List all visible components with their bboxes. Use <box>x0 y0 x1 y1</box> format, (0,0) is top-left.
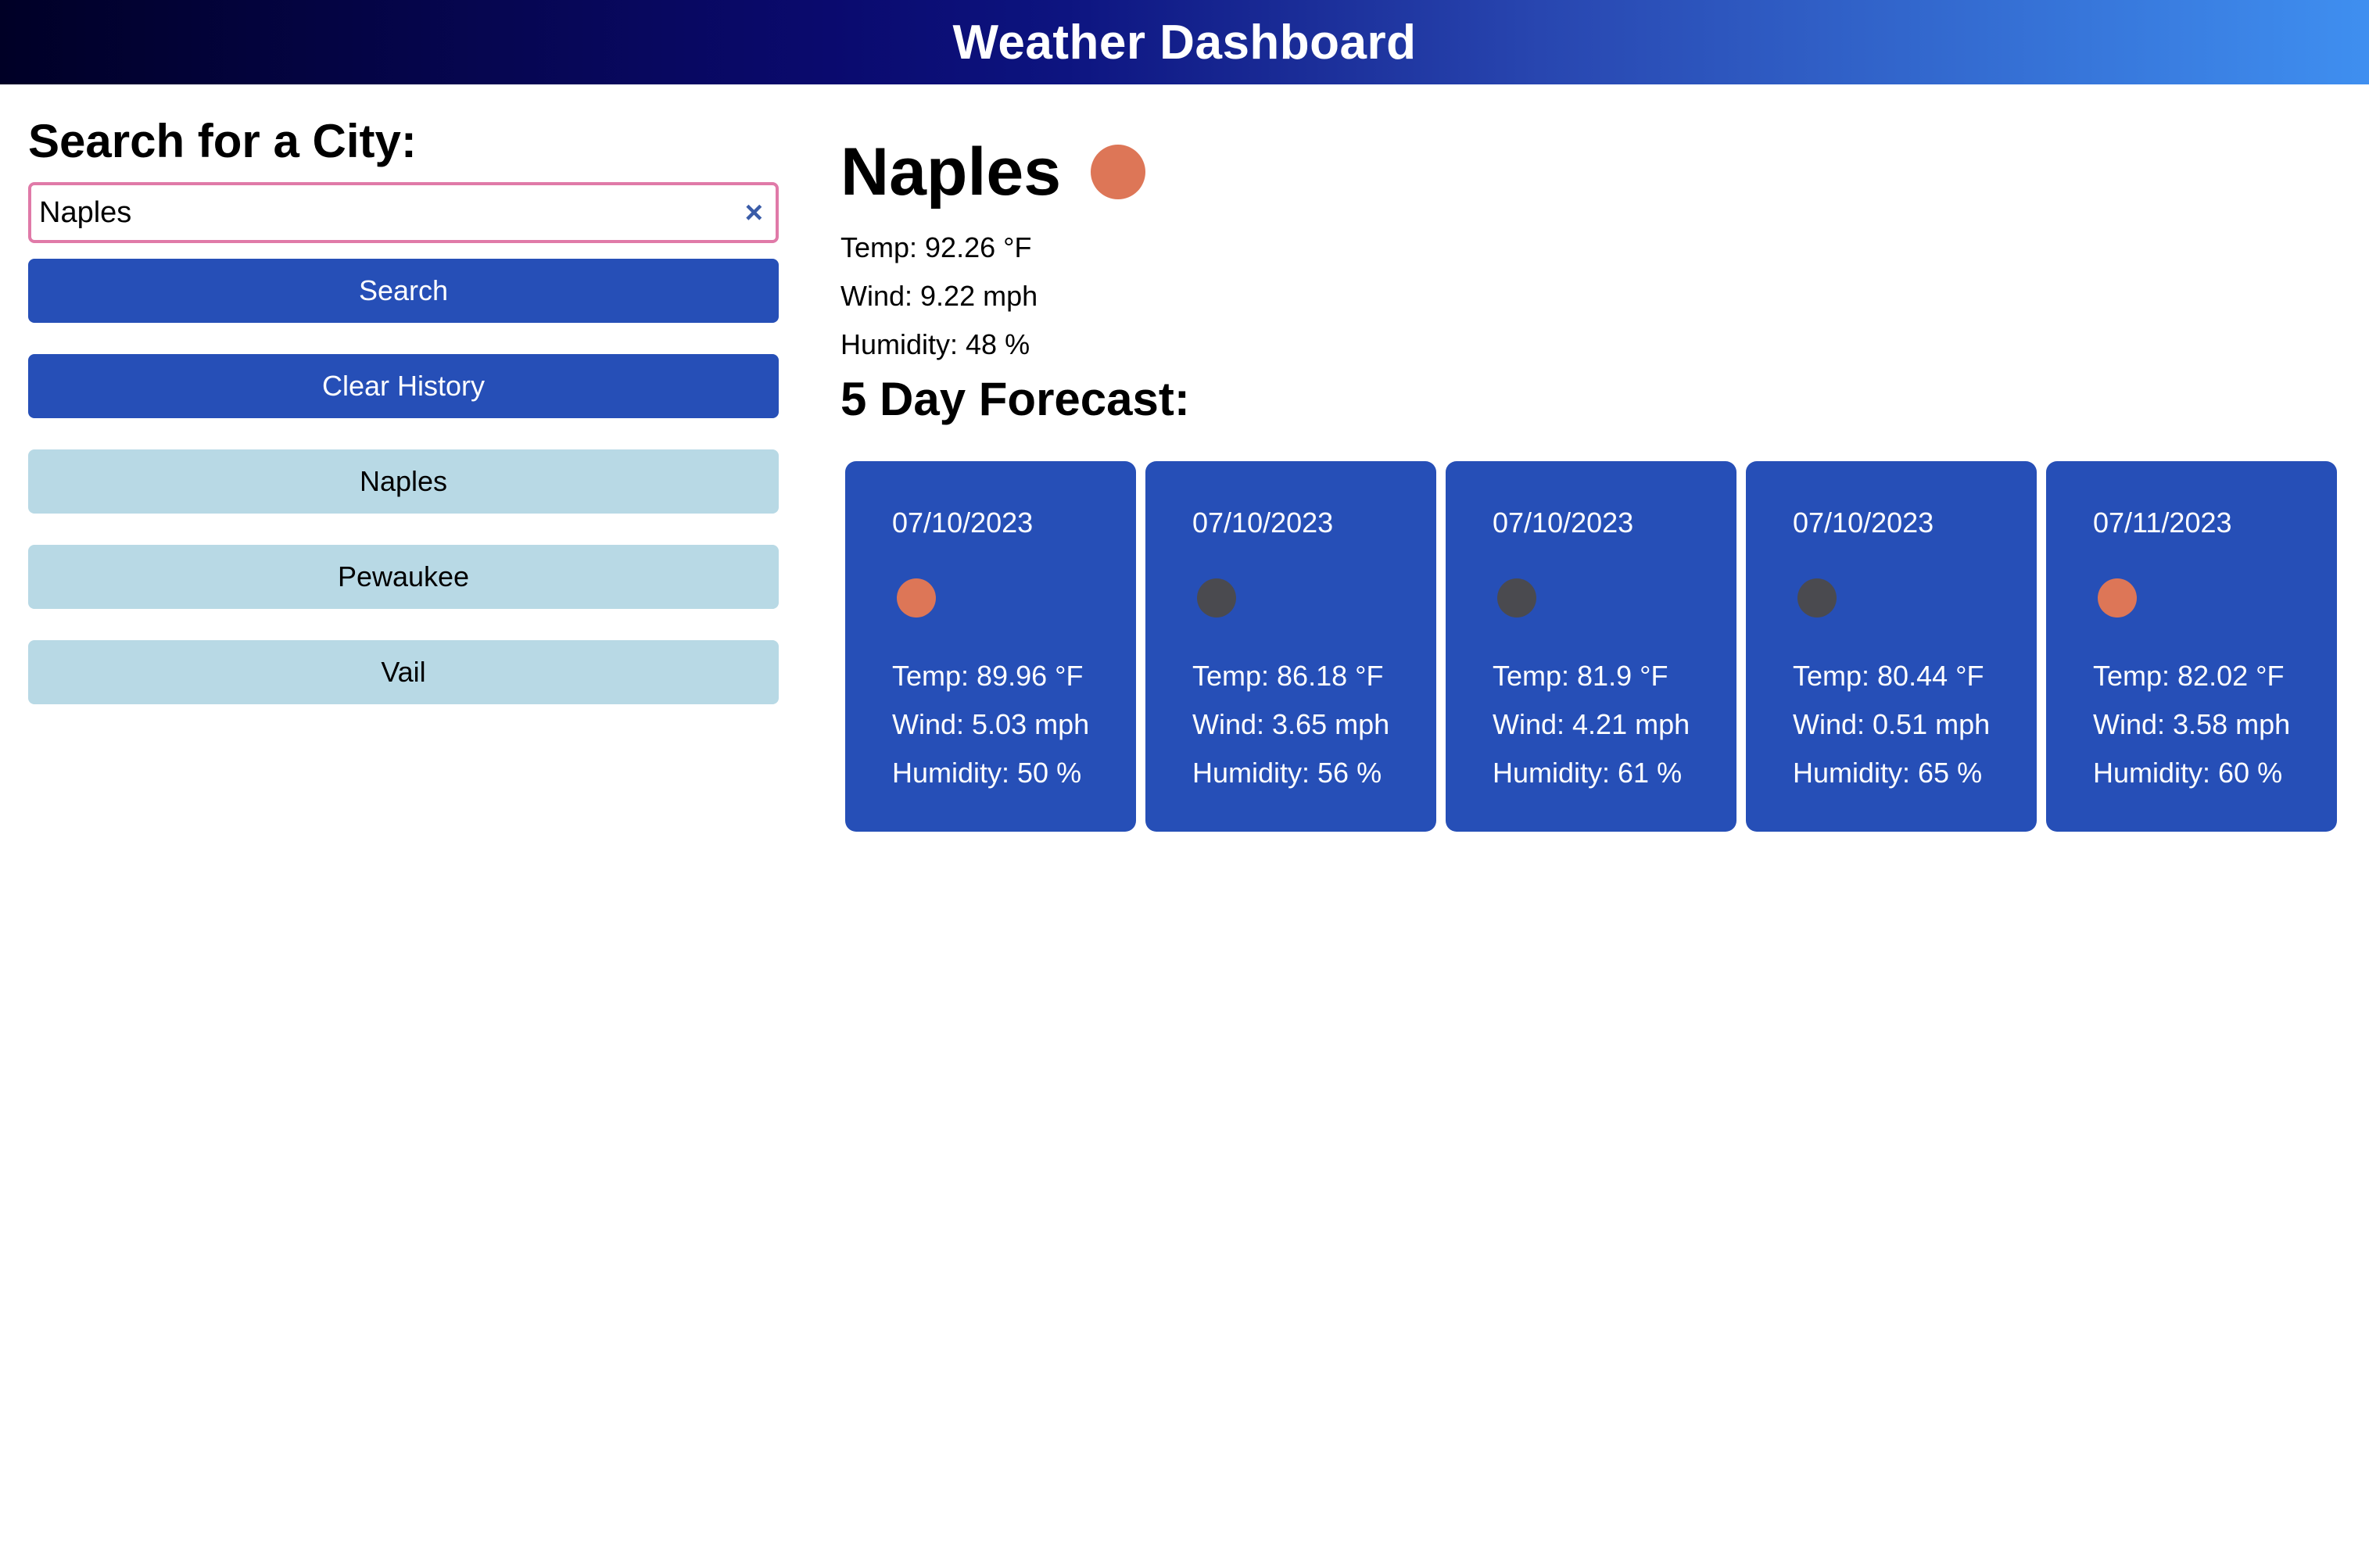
forecast-card: 07/10/2023 Temp: 89.96 °F Wind: 5.03 mph… <box>845 461 1136 832</box>
forecast-card: 07/10/2023 Temp: 86.18 °F Wind: 3.65 mph… <box>1145 461 1436 832</box>
sun-icon <box>1091 145 1146 199</box>
current-temp: Temp: 92.26 °F <box>840 231 1032 263</box>
current-city-name: Naples <box>840 134 1062 209</box>
forecast-card: 07/10/2023 Temp: 81.9 °F Wind: 4.21 mph … <box>1446 461 1736 832</box>
forecast-humidity: Humidity: 61 % <box>1493 757 1683 789</box>
forecast-temp: Temp: 81.9 °F <box>1493 660 1668 692</box>
forecast-heading: 5 Day Forecast: <box>840 373 1190 425</box>
forecast-wind: Wind: 5.03 mph <box>892 708 1090 740</box>
sun-icon <box>2098 578 2137 618</box>
clear-input-icon[interactable]: × <box>745 195 763 231</box>
city-search-input[interactable] <box>39 195 745 230</box>
forecast-cards: 07/10/2023 Temp: 89.96 °F Wind: 5.03 mph… <box>845 461 2337 832</box>
forecast-date: 07/10/2023 <box>1192 507 1334 539</box>
page: Weather Dashboard Search for a City: × S… <box>0 0 2369 1568</box>
history-item-button[interactable]: Pewaukee <box>28 545 779 609</box>
current-humidity: Humidity: 48 % <box>840 328 1030 360</box>
current-city-row: Naples <box>840 125 2342 219</box>
history-item-button[interactable]: Naples <box>28 449 779 514</box>
history-item-button[interactable]: Vail <box>28 640 779 704</box>
page-title: Weather Dashboard <box>952 15 1417 70</box>
search-sidebar: Search for a City: × Search Clear Histor… <box>28 114 779 704</box>
forecast-card: 07/10/2023 Temp: 80.44 °F Wind: 0.51 mph… <box>1746 461 2037 832</box>
forecast-temp: Temp: 80.44 °F <box>1793 660 1984 692</box>
forecast-date: 07/10/2023 <box>1493 507 1634 539</box>
search-history-list: Naples Pewaukee Vail <box>28 418 779 704</box>
search-box[interactable]: × <box>28 182 779 243</box>
forecast-humidity: Humidity: 50 % <box>892 757 1082 789</box>
sun-icon <box>897 578 936 618</box>
forecast-date: 07/10/2023 <box>1793 507 1934 539</box>
moon-icon <box>1197 578 1236 618</box>
search-button[interactable]: Search <box>28 259 779 323</box>
header-bar: Weather Dashboard <box>0 0 2369 84</box>
current-wind: Wind: 9.22 mph <box>840 280 1038 312</box>
forecast-temp: Temp: 89.96 °F <box>892 660 1084 692</box>
forecast-humidity: Humidity: 65 % <box>1793 757 1983 789</box>
weather-main: Naples Temp: 92.26 °F Wind: 9.22 mph Hum… <box>840 125 2342 832</box>
forecast-card: 07/11/2023 Temp: 82.02 °F Wind: 3.58 mph… <box>2046 461 2337 832</box>
forecast-date: 07/11/2023 <box>2093 507 2232 539</box>
forecast-date: 07/10/2023 <box>892 507 1034 539</box>
forecast-wind: Wind: 3.65 mph <box>1192 708 1390 740</box>
forecast-wind: Wind: 3.58 mph <box>2093 708 2291 740</box>
moon-icon <box>1497 578 1536 618</box>
forecast-wind: Wind: 4.21 mph <box>1493 708 1690 740</box>
forecast-temp: Temp: 82.02 °F <box>2093 660 2285 692</box>
clear-history-button[interactable]: Clear History <box>28 354 779 418</box>
moon-icon <box>1797 578 1837 618</box>
forecast-wind: Wind: 0.51 mph <box>1793 708 1991 740</box>
search-heading: Search for a City: <box>28 115 417 167</box>
forecast-humidity: Humidity: 56 % <box>1192 757 1382 789</box>
forecast-temp: Temp: 86.18 °F <box>1192 660 1384 692</box>
forecast-humidity: Humidity: 60 % <box>2093 757 2283 789</box>
